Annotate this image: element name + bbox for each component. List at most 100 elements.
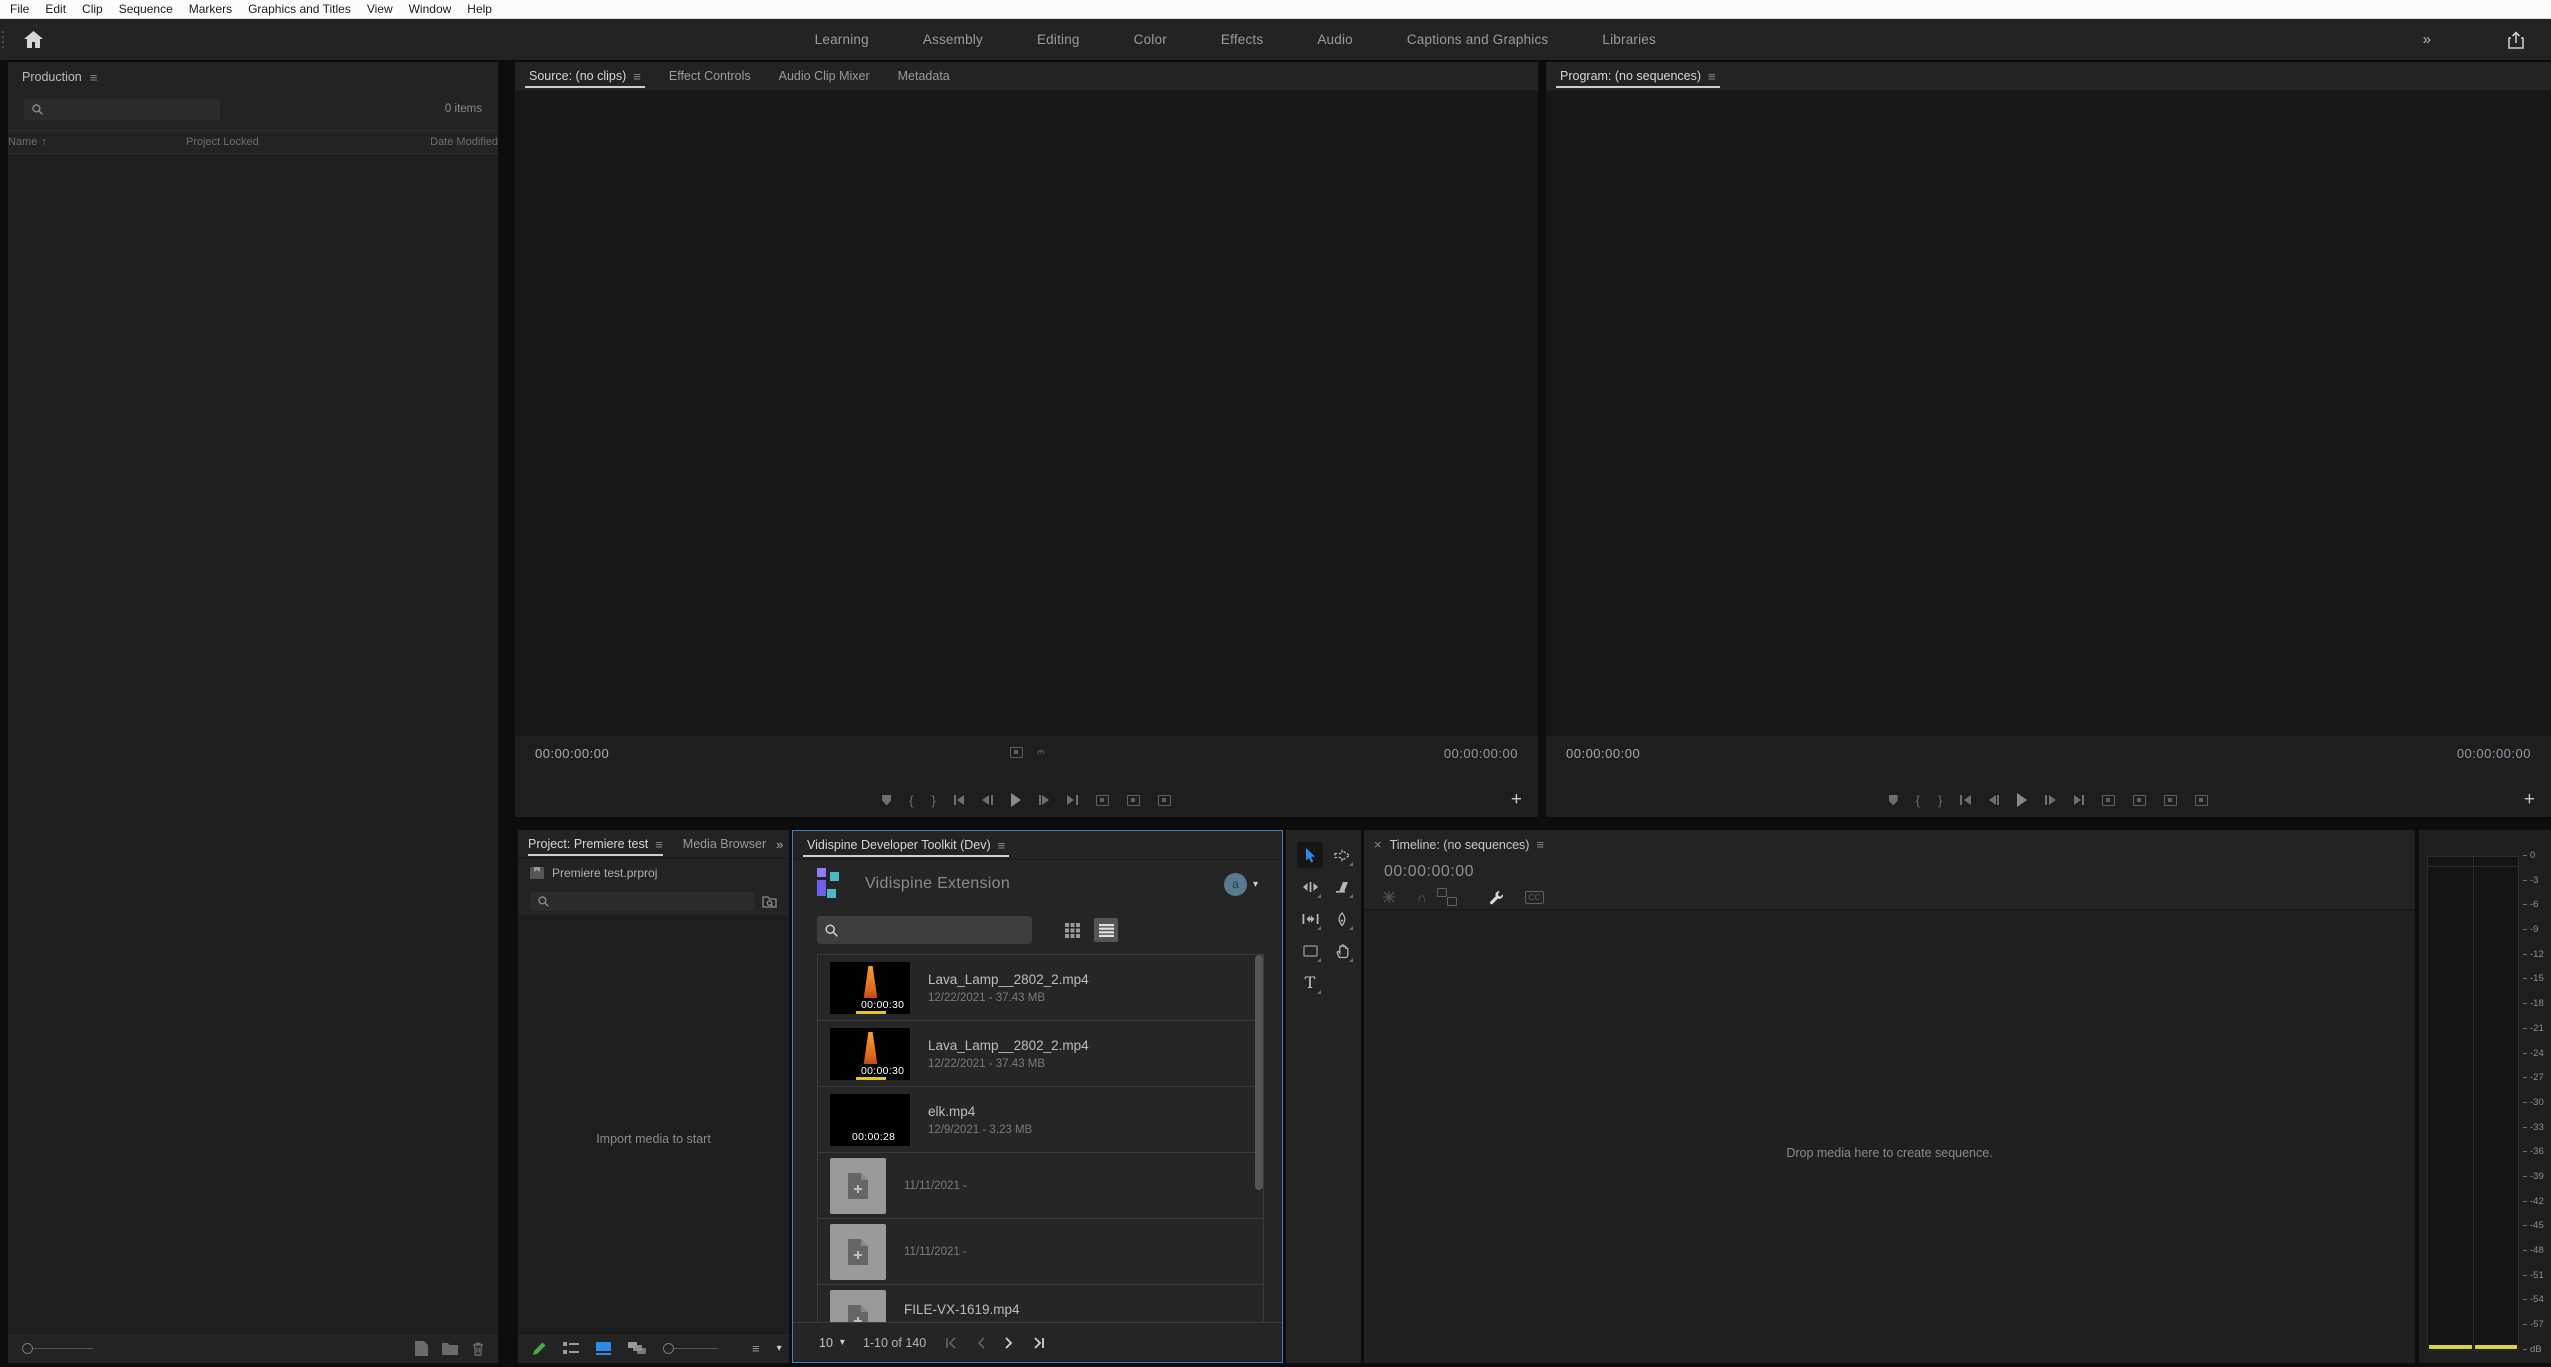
export-frame-button[interactable] [1158, 793, 1171, 807]
panel-menu-icon[interactable]: ≡ [1708, 70, 1716, 83]
settings-icon[interactable] [1010, 747, 1023, 758]
first-page-button[interactable] [944, 1337, 958, 1349]
pen-tool[interactable] [1329, 906, 1355, 932]
slip-tool[interactable] [1297, 906, 1323, 932]
program-tab[interactable]: Program: (no sequences) ≡ [1546, 62, 1730, 90]
mark-in-button[interactable]: { [909, 793, 913, 807]
search-bin-icon[interactable] [762, 895, 777, 908]
insert-remove-marks-icon[interactable] [1382, 890, 1396, 904]
menu-item[interactable]: Help [459, 0, 500, 19]
go-to-in-button[interactable] [1960, 793, 1971, 807]
workspace-tab[interactable]: Learning [788, 19, 896, 60]
go-to-out-button[interactable] [2074, 793, 2085, 807]
media-list-item[interactable]: 00:00:30 Lava_Lamp__2802_2.mp4 12/22/202… [818, 1021, 1263, 1087]
workspace-tab[interactable]: Editing [1010, 19, 1107, 60]
menu-item[interactable]: Graphics and Titles [240, 0, 359, 19]
monitor-tab[interactable]: Source: (no clips) ≡ [515, 62, 655, 90]
media-list-item[interactable]: 11/11/2021 - [818, 1153, 1263, 1219]
insert-button[interactable] [1096, 793, 1109, 807]
add-marker-button[interactable] [1889, 793, 1898, 807]
thumbnail-zoom-slider[interactable] [22, 1343, 93, 1354]
panel-menu-icon[interactable]: ≡ [633, 70, 641, 83]
home-button[interactable] [18, 25, 48, 55]
tab-overflow-chevron[interactable]: » [776, 837, 791, 852]
workspace-tab[interactable]: Audio [1290, 19, 1380, 60]
close-panel-icon[interactable]: × [1364, 837, 1386, 852]
mark-in-button[interactable]: { [1916, 793, 1920, 807]
track-select-forward-tool[interactable] [1329, 842, 1355, 868]
list-view-icon[interactable] [563, 1342, 579, 1355]
panel-menu-icon[interactable]: ≡ [1536, 838, 1544, 851]
vidispine-tab[interactable]: Vidispine Developer Toolkit (Dev) ≡ [793, 831, 1019, 859]
lift-button[interactable] [2102, 793, 2115, 807]
step-back-button[interactable] [1989, 793, 2000, 807]
project-file-name[interactable]: Premiere test.prproj [552, 866, 657, 880]
menu-item[interactable]: Clip [74, 0, 111, 19]
avatar[interactable]: a [1224, 873, 1247, 896]
vidispine-search-input[interactable] [817, 916, 1032, 944]
hand-tool[interactable] [1329, 938, 1355, 964]
go-to-in-button[interactable] [954, 793, 965, 807]
type-tool[interactable]: T [1297, 970, 1323, 996]
step-forward-button[interactable] [1039, 793, 1050, 807]
freeform-view-icon[interactable] [628, 1342, 646, 1355]
step-back-button[interactable] [982, 793, 993, 807]
previous-page-button[interactable] [976, 1337, 986, 1349]
list-view-toggle[interactable] [1094, 918, 1118, 942]
media-list-item[interactable]: 00:00:30 Lava_Lamp__2802_2.mp4 12/22/202… [818, 955, 1263, 1021]
column-header[interactable]: Project Locked [186, 136, 430, 148]
menu-item[interactable]: Edit [37, 0, 74, 19]
comparison-view-button[interactable] [2195, 793, 2208, 807]
workspace-tab[interactable]: Libraries [1575, 19, 1683, 60]
page-size-select[interactable]: 10 ▾ [819, 1336, 845, 1350]
workspace-tab[interactable]: Color [1107, 19, 1194, 60]
zoom-level-icon[interactable]: ‹+› [1037, 747, 1044, 758]
razor-tool[interactable] [1329, 874, 1355, 900]
workspace-overflow-chevron[interactable]: » [2423, 31, 2431, 48]
project-search-input[interactable] [530, 892, 754, 911]
snap-magnet-icon[interactable]: ∩ [1417, 891, 1426, 904]
thumbnail-zoom-slider[interactable] [663, 1343, 718, 1354]
panel-menu-icon[interactable]: ≡ [655, 838, 663, 851]
program-viewer[interactable] [1546, 91, 2551, 735]
monitor-tab[interactable]: Audio Clip Mixer [765, 62, 884, 90]
media-list-item[interactable]: FILE-VX-1619.mp4 11/8/2021 - [818, 1285, 1263, 1322]
workspace-tab[interactable]: Effects [1194, 19, 1290, 60]
timeline-track-area[interactable]: Drop media here to create sequence. [1364, 909, 2415, 1363]
sort-icon[interactable]: ≡ [752, 1341, 760, 1356]
monitor-tab[interactable]: Effect Controls [655, 62, 765, 90]
ripple-edit-tool[interactable] [1297, 874, 1323, 900]
media-list-item[interactable]: 00:00:28 elk.mp4 12/9/2021 - 3.23 MB [818, 1087, 1263, 1153]
project-media-area[interactable]: Import media to start [518, 915, 789, 1333]
menu-item[interactable]: Markers [181, 0, 240, 19]
list-scrollbar[interactable] [1255, 955, 1263, 1190]
overwrite-button[interactable] [1127, 793, 1140, 807]
mark-out-button[interactable]: } [1938, 793, 1942, 807]
production-search-input[interactable] [24, 99, 220, 120]
column-header[interactable]: Date Modified [430, 136, 498, 148]
workspace-tab[interactable]: Assembly [896, 19, 1010, 60]
icon-view-icon[interactable] [596, 1342, 611, 1355]
project-tab[interactable]: Project: Premiere test ≡ [518, 830, 673, 858]
captions-icon[interactable]: CC [1525, 891, 1544, 904]
menu-item[interactable]: Window [401, 0, 460, 19]
writable-pencil-icon[interactable] [532, 1342, 546, 1356]
new-item-icon[interactable] [415, 1341, 428, 1356]
mark-out-button[interactable]: } [932, 793, 936, 807]
extract-button[interactable] [2133, 793, 2146, 807]
new-bin-folder-icon[interactable] [442, 1342, 458, 1355]
production-list-area[interactable] [8, 154, 498, 1333]
timeline-settings-wrench-icon[interactable] [1489, 890, 1504, 905]
add-marker-button[interactable] [882, 793, 891, 807]
workspace-tab[interactable]: Captions and Graphics [1380, 19, 1576, 60]
play-button[interactable] [1011, 793, 1021, 807]
timeline-tab[interactable]: Timeline: (no sequences) ≡ [1386, 830, 1558, 859]
next-page-button[interactable] [1004, 1337, 1014, 1349]
last-page-button[interactable] [1032, 1337, 1046, 1349]
timeline-playhead-timecode[interactable]: 00:00:00:00 [1384, 863, 1474, 881]
chevron-down-icon[interactable]: ▾ [777, 1343, 782, 1354]
monitor-tab[interactable]: Metadata [884, 62, 964, 90]
rectangle-tool[interactable] [1297, 938, 1323, 964]
selection-tool[interactable] [1297, 842, 1323, 868]
media-browser-tab[interactable]: Media Browser [673, 830, 776, 858]
